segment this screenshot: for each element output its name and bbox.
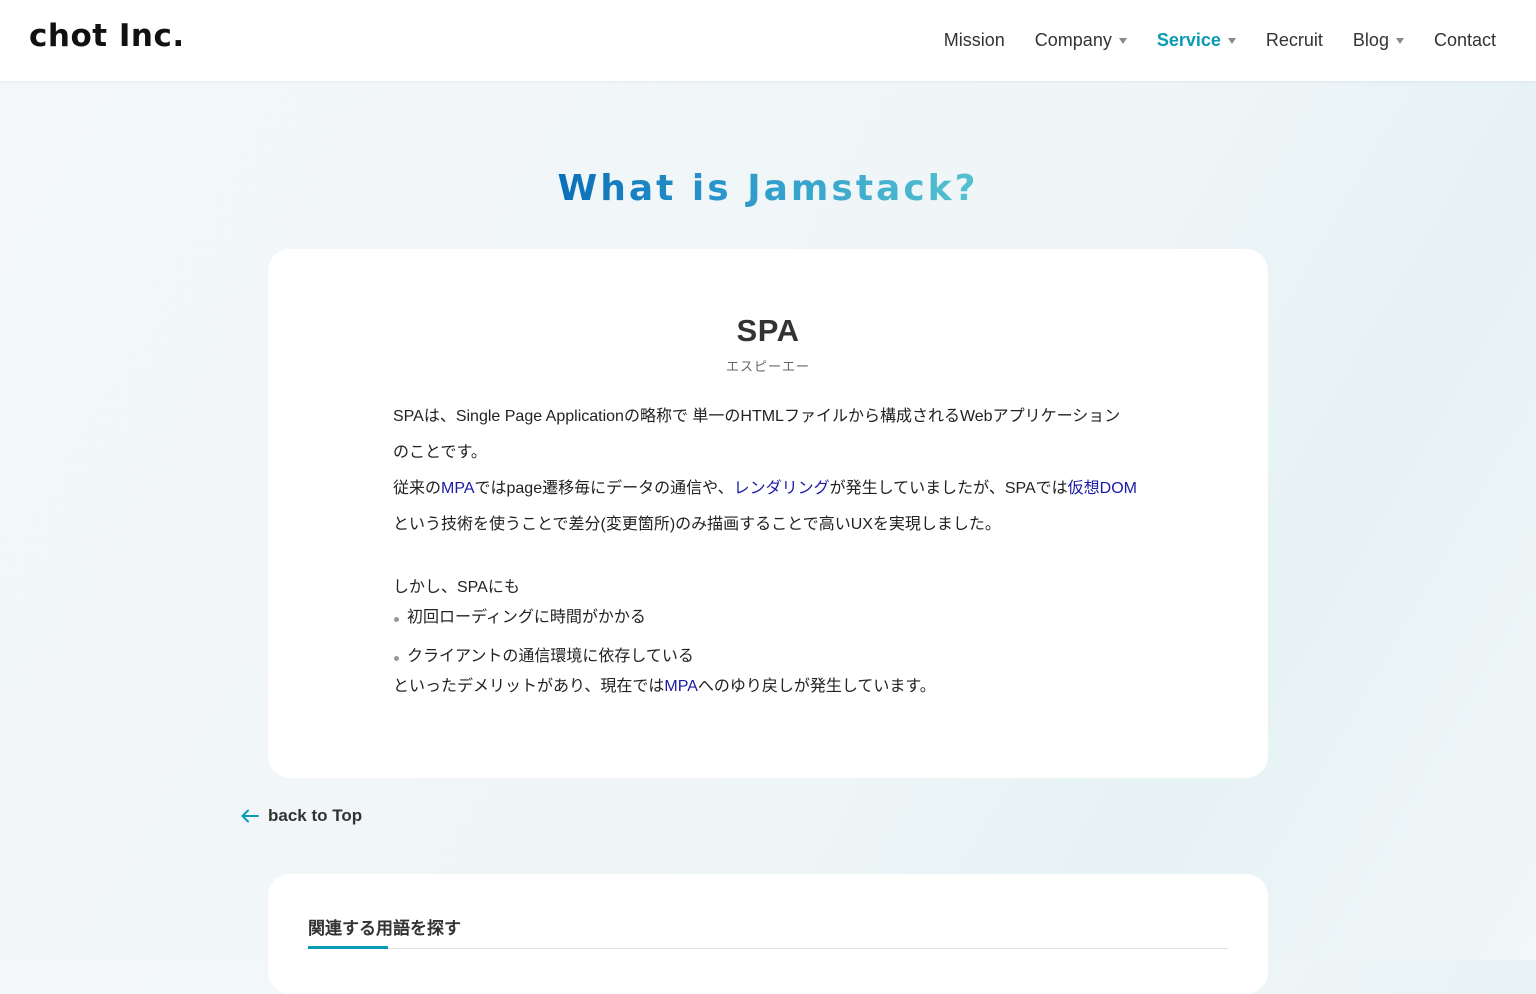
text-run: ではpage遷移毎にデータの通信や、 xyxy=(474,480,734,497)
chevron-down-icon xyxy=(1395,37,1404,44)
nav-service-label: Service xyxy=(1156,30,1221,50)
nav-company[interactable]: Company xyxy=(1035,30,1127,51)
chevron-down-icon xyxy=(1118,37,1127,44)
link-mpa[interactable]: MPA xyxy=(441,480,474,497)
text-run: 従来の xyxy=(393,480,442,497)
nav-mission-label: Mission xyxy=(943,30,1005,50)
related-terms-title: 関連する用語を探す xyxy=(308,919,461,938)
back-to-top-label: back to Top xyxy=(268,806,363,825)
title-underline xyxy=(308,946,388,949)
divider xyxy=(308,948,1228,949)
text-run: が発生していましたが、SPAでは xyxy=(829,480,1068,497)
nav-contact-label: Contact xyxy=(1433,30,1496,50)
paragraph-line: SPAは、Single Page Applicationの略称で 単一のHTML… xyxy=(393,408,1121,425)
site-header: chot Inc. Mission Company Service Recrui… xyxy=(0,0,1536,81)
page-title-text: What is Jamstack? xyxy=(557,168,979,209)
nav-mission[interactable]: Mission xyxy=(944,30,1005,51)
main-nav: Mission Company Service Recruit Blog Con… xyxy=(944,0,1496,81)
term-reading: エスピーエー xyxy=(725,359,810,374)
nav-blog[interactable]: Blog xyxy=(1353,30,1404,51)
nav-company-label: Company xyxy=(1034,30,1112,50)
page-title: What is Jamstack? xyxy=(0,168,1536,209)
list-item: 初回ローディングに時間がかかる xyxy=(393,603,1153,642)
related-terms-card: 関連する用語を探す xyxy=(268,874,1268,994)
arrow-left-icon xyxy=(241,809,259,823)
link-rendering[interactable]: レンダリング xyxy=(734,480,830,497)
nav-recruit-label: Recruit xyxy=(1265,30,1323,50)
nav-service[interactable]: Service xyxy=(1157,30,1236,51)
link-virtual-dom[interactable]: 仮想DOM xyxy=(1068,480,1137,497)
back-to-top-link[interactable]: back to Top xyxy=(241,804,362,828)
paragraph-line: という技術を使うことで差分(変更箇所)のみ描画することで高いUXを実現しました。 xyxy=(393,516,1001,533)
term-card: SPA エスピーエー SPAは、Single Page Applicationの… xyxy=(268,249,1268,778)
paragraph-line: しかし、SPAにも xyxy=(393,579,520,596)
nav-recruit[interactable]: Recruit xyxy=(1266,30,1323,51)
logo[interactable]: chot Inc. xyxy=(29,18,185,54)
term-name: SPA xyxy=(736,313,800,348)
paragraph-line: 従来のMPAではpage遷移毎にデータの通信や、レンダリングが発生していましたが… xyxy=(393,471,1153,507)
chevron-down-icon xyxy=(1227,37,1236,44)
paragraph-line: のことです。 xyxy=(393,444,487,461)
term-description: SPAは、Single Page Applicationの略称で 単一のHTML… xyxy=(393,399,1153,702)
nav-contact[interactable]: Contact xyxy=(1434,30,1496,51)
nav-blog-label: Blog xyxy=(1352,30,1389,50)
list-item: クライアントの通信環境に依存している xyxy=(393,642,1153,681)
